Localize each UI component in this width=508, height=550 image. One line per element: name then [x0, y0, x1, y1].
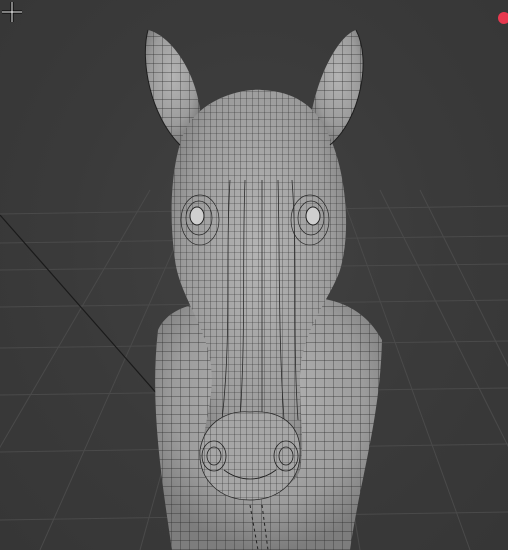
horse-mesh[interactable] — [144, 29, 382, 550]
3d-viewport[interactable] — [0, 0, 508, 550]
recording-dot-icon — [498, 12, 508, 24]
crosshair-cursor-icon — [2, 2, 22, 22]
left-eye — [189, 206, 205, 226]
x-axis-line — [0, 214, 181, 421]
right-eye — [305, 206, 321, 226]
viewport-canvas[interactable] — [0, 0, 508, 550]
